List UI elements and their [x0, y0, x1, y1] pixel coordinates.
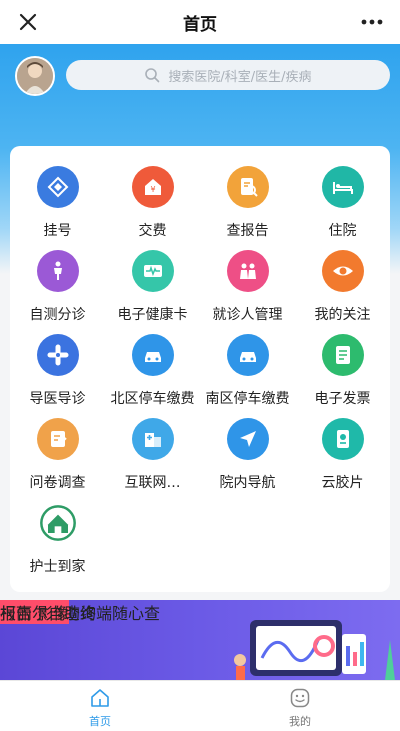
film-icon: [321, 418, 364, 460]
smile-icon: [290, 688, 310, 708]
menu-item-guide[interactable]: 导医导诊: [10, 334, 105, 408]
menu-item-bed[interactable]: 住院: [295, 166, 390, 240]
menu-item-navigation[interactable]: 院内导航: [200, 418, 295, 492]
menu-item-eye[interactable]: 我的关注: [295, 250, 390, 324]
close-icon[interactable]: [14, 8, 42, 36]
menu-item-label: 云胶片: [321, 475, 364, 491]
report-icon: [226, 166, 269, 208]
tab-home-label: 首页: [89, 715, 111, 728]
menu-item-label: 我的关注: [314, 307, 371, 323]
menu-item-health-card[interactable]: 电子健康卡: [105, 250, 200, 324]
family-icon: [226, 250, 269, 292]
menu-item-label: 导医导诊: [29, 391, 86, 407]
search-icon: [145, 68, 160, 83]
navigation-icon: [226, 418, 269, 460]
menu-item-label: 查报告: [226, 223, 269, 239]
page-title: 首页: [183, 14, 217, 35]
user-photo-icon: [17, 58, 53, 94]
menu-item-car[interactable]: 北区停车缴费: [105, 334, 200, 408]
home-icon: [91, 689, 109, 707]
menu-item-body[interactable]: 自测分诊: [10, 250, 105, 324]
bed-icon: [321, 166, 364, 208]
tab-mine-label: 我的: [289, 715, 311, 728]
menu-item-label: 自测分诊: [29, 307, 86, 323]
menu-item-invoice[interactable]: 电子发票: [295, 334, 390, 408]
avatar[interactable]: [15, 56, 55, 96]
menu-item-film[interactable]: 云胶片: [295, 418, 390, 492]
car-icon: [226, 334, 269, 376]
service-menu-card: 挂号 ¥ 交费 查报告 住院自测分诊 电子健康卡 就诊人管理 我的关注导医导诊 北区停车缴费 南区…: [10, 146, 390, 592]
more-icon[interactable]: [358, 8, 386, 36]
body-icon: [36, 250, 79, 292]
car-icon: [131, 334, 174, 376]
menu-item-survey[interactable]: 问卷调查: [10, 418, 105, 492]
menu-item-register[interactable]: 挂号: [10, 166, 105, 240]
svg-text:¥: ¥: [150, 185, 155, 194]
nurse-home-logo: [36, 502, 79, 544]
register-icon: [36, 166, 79, 208]
tab-home[interactable]: 首页: [50, 681, 150, 731]
search-input[interactable]: 搜索医院/科室/医生/疾病: [66, 60, 390, 90]
menu-item-label: 住院: [328, 223, 357, 239]
menu-item-car[interactable]: 南区停车缴费: [200, 334, 295, 408]
tab-bar: 首页 我的: [0, 680, 400, 731]
tab-mine[interactable]: 我的: [250, 681, 350, 731]
banner-subtitle: 柯丽尔自助终端随心查: [0, 604, 161, 623]
menu-item-label: 互联网…: [124, 475, 181, 491]
menu-item-label: 院内导航: [219, 475, 276, 491]
menu-item-payment[interactable]: ¥ 交费: [105, 166, 200, 240]
menu-item-label: 北区停车缴费: [110, 391, 195, 407]
menu-item-hospital[interactable]: 互联网…: [105, 418, 200, 492]
top-bar: 首页: [0, 0, 400, 44]
survey-icon: [36, 418, 79, 460]
search-placeholder: 搜索医院/科室/医生/疾病: [168, 69, 312, 85]
menu-item-label: 就诊人管理: [212, 307, 283, 323]
menu-item-label: 电子健康卡: [117, 307, 188, 323]
payment-icon: ¥: [131, 166, 174, 208]
health-card-icon: [131, 250, 174, 292]
menu-item-label: 挂号: [43, 223, 72, 239]
invoice-icon: [321, 334, 364, 376]
hospital-icon: [131, 418, 174, 460]
menu-item-label: 问卷调查: [29, 475, 86, 491]
eye-icon: [321, 250, 364, 292]
menu-item-label: 南区停车缴费: [205, 391, 290, 407]
menu-item-family[interactable]: 就诊人管理: [200, 250, 295, 324]
menu-item-label: 交费: [138, 223, 167, 239]
menu-item-label: 护士到家: [29, 559, 86, 575]
menu-item-report[interactable]: 查报告: [200, 166, 295, 240]
menu-item-label: 电子发票: [314, 391, 371, 407]
guide-icon: [36, 334, 79, 376]
menu-item-nurse-home[interactable]: 护士到家: [10, 502, 105, 576]
